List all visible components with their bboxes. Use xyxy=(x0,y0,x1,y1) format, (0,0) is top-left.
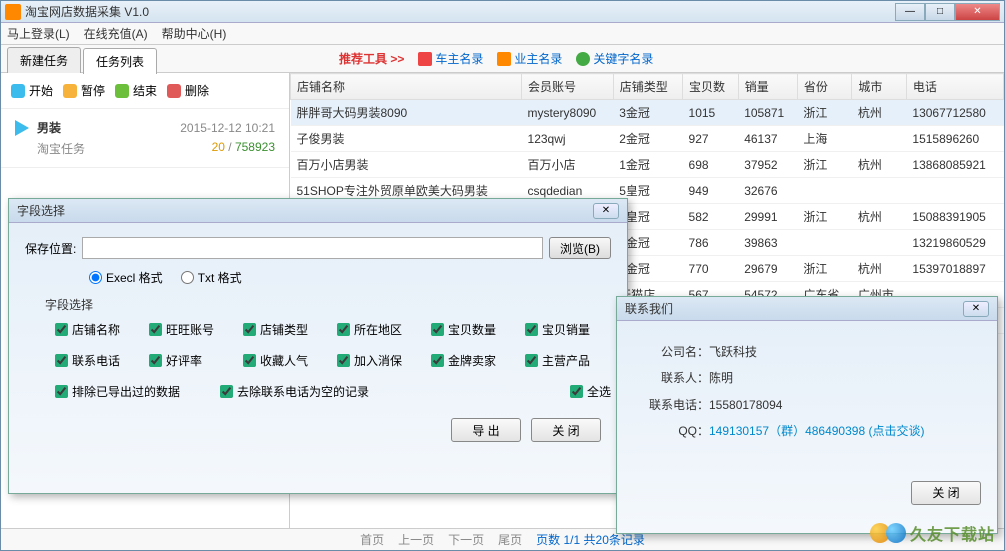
maximize-button[interactable]: □ xyxy=(925,3,955,21)
table-row[interactable]: 子俊男装123qwj2金冠92746137上海1515896260 xyxy=(291,126,1004,152)
menu-login[interactable]: 马上登录(L) xyxy=(7,25,70,42)
menu-recharge[interactable]: 在线充值(A) xyxy=(84,25,148,42)
house-icon xyxy=(497,52,511,66)
pager-last[interactable]: 尾页 xyxy=(498,531,522,548)
field-dialog: 字段选择 ✕ 保存位置: 浏览(B) Execl 格式 Txt 格式 字段选择 … xyxy=(8,198,628,494)
task-title: 男装 xyxy=(37,119,61,136)
minimize-button[interactable]: — xyxy=(895,3,925,21)
stop-icon xyxy=(115,84,129,98)
field-dialog-title: 字段选择 xyxy=(17,202,593,219)
menu-help[interactable]: 帮助中心(H) xyxy=(162,25,227,42)
column-header[interactable]: 省份 xyxy=(797,74,852,100)
column-header[interactable]: 会员账号 xyxy=(522,74,614,100)
close-button[interactable]: ✕ xyxy=(955,3,1000,21)
field-dialog-close-icon[interactable]: ✕ xyxy=(593,203,619,219)
delete-button[interactable]: 删除 xyxy=(167,82,209,99)
app-icon xyxy=(5,4,21,20)
toolbar: 新建任务 任务列表 推荐工具 >> 车主名录 业主名录 关键字名录 xyxy=(1,45,1004,73)
field-close-button[interactable]: 关 闭 xyxy=(531,418,601,442)
contact-close-button[interactable]: 关 闭 xyxy=(911,481,981,505)
check-exclude-empty-phone[interactable]: 去除联系电话为空的记录 xyxy=(220,383,369,400)
field-checkbox[interactable]: 好评率 xyxy=(149,352,235,369)
pager-prev[interactable]: 上一页 xyxy=(398,531,434,548)
menubar: 马上登录(L) 在线充值(A) 帮助中心(H) xyxy=(1,23,1004,45)
pause-button[interactable]: 暂停 xyxy=(63,82,105,99)
car-icon xyxy=(418,52,432,66)
action-bar: 开始 暂停 结束 删除 xyxy=(1,73,289,109)
start-button[interactable]: 开始 xyxy=(11,82,53,99)
qq-value[interactable]: 149130157（群）486490398 (点击交谈) xyxy=(709,418,924,444)
contact-dialog-titlebar[interactable]: 联系我们 ✕ xyxy=(617,297,997,321)
field-checkbox[interactable]: 旺旺账号 xyxy=(149,321,235,338)
link-property-owners[interactable]: 业主名录 xyxy=(497,50,562,67)
contact-dialog-title: 联系我们 xyxy=(625,300,963,317)
contact-person-label: 联系人： xyxy=(639,365,709,391)
check-select-all[interactable]: 全选 xyxy=(570,383,611,400)
save-label: 保存位置: xyxy=(25,240,76,257)
field-checkbox[interactable]: 所在地区 xyxy=(337,321,423,338)
pause-icon xyxy=(63,84,77,98)
field-checkbox[interactable]: 收藏人气 xyxy=(243,352,329,369)
running-icon xyxy=(15,120,29,136)
field-checkbox[interactable]: 店铺类型 xyxy=(243,321,329,338)
link-strip: 推荐工具 >> 车主名录 业主名录 关键字名录 xyxy=(159,50,1004,67)
save-path-input[interactable] xyxy=(82,237,543,259)
tab-task-list[interactable]: 任务列表 xyxy=(83,48,157,74)
format-excel-radio[interactable]: Execl 格式 xyxy=(89,269,163,286)
field-checkbox[interactable]: 店铺名称 xyxy=(55,321,141,338)
format-txt-radio[interactable]: Txt 格式 xyxy=(181,269,242,286)
pager-first[interactable]: 首页 xyxy=(360,531,384,548)
tab-strip: 新建任务 任务列表 xyxy=(1,45,159,73)
qq-label: QQ： xyxy=(639,418,709,444)
titlebar: 淘宝网店数据采集 V1.0 — □ ✕ xyxy=(1,1,1004,23)
watermark-text: 久友下载站 xyxy=(910,521,995,545)
watermark: 久友下载站 xyxy=(870,521,995,545)
task-source: 淘宝任务 xyxy=(37,140,85,157)
column-header[interactable]: 销量 xyxy=(738,74,797,100)
search-icon xyxy=(576,52,590,66)
task-date: 2015-12-12 10:21 xyxy=(180,121,275,135)
delete-icon xyxy=(167,84,181,98)
company-value: 飞跃科技 xyxy=(709,339,757,365)
column-header[interactable]: 宝贝数 xyxy=(683,74,739,100)
task-item[interactable]: 男装 2015-12-12 10:21 淘宝任务 20 / 758923 xyxy=(1,109,289,168)
task-progress: 20 / 758923 xyxy=(212,140,275,157)
tab-new-task[interactable]: 新建任务 xyxy=(7,47,81,73)
link-keywords[interactable]: 关键字名录 xyxy=(576,50,653,67)
check-exclude-exported[interactable]: 排除已导出过的数据 xyxy=(55,383,180,400)
recommend-label: 推荐工具 >> xyxy=(339,50,404,67)
field-checkbox[interactable]: 加入消保 xyxy=(337,352,423,369)
column-header[interactable]: 城市 xyxy=(852,74,907,100)
watermark-icon xyxy=(886,523,906,543)
field-checkbox[interactable]: 主营产品 xyxy=(525,352,611,369)
contact-person-value: 陈明 xyxy=(709,365,733,391)
link-car-owners[interactable]: 车主名录 xyxy=(418,50,483,67)
end-button[interactable]: 结束 xyxy=(115,82,157,99)
field-dialog-titlebar[interactable]: 字段选择 ✕ xyxy=(9,199,627,223)
column-header[interactable]: 电话 xyxy=(906,74,1003,100)
play-icon xyxy=(11,84,25,98)
export-button[interactable]: 导 出 xyxy=(451,418,521,442)
column-header[interactable]: 店铺名称 xyxy=(291,74,522,100)
contact-dialog: 联系我们 ✕ 公司名：飞跃科技 联系人：陈明 联系电话：15580178094 … xyxy=(616,296,998,534)
pager-next[interactable]: 下一页 xyxy=(448,531,484,548)
table-row[interactable]: 百万小店男装百万小店1金冠69837952浙江杭州13868085921 xyxy=(291,152,1004,178)
fields-section-label: 字段选择 xyxy=(25,296,611,313)
phone-value: 15580178094 xyxy=(709,392,782,418)
column-header[interactable]: 店铺类型 xyxy=(613,74,682,100)
table-row[interactable]: 胖胖哥大码男装8090mystery80903金冠1015105871浙江杭州1… xyxy=(291,100,1004,126)
contact-dialog-close-icon[interactable]: ✕ xyxy=(963,301,989,317)
field-checkbox[interactable]: 宝贝销量 xyxy=(525,321,611,338)
phone-label: 联系电话： xyxy=(639,392,709,418)
browse-button[interactable]: 浏览(B) xyxy=(549,237,611,259)
field-checkbox[interactable]: 宝贝数量 xyxy=(431,321,517,338)
field-checkbox[interactable]: 金牌卖家 xyxy=(431,352,517,369)
field-checkbox[interactable]: 联系电话 xyxy=(55,352,141,369)
company-label: 公司名： xyxy=(639,339,709,365)
window-title: 淘宝网店数据采集 V1.0 xyxy=(25,3,895,20)
